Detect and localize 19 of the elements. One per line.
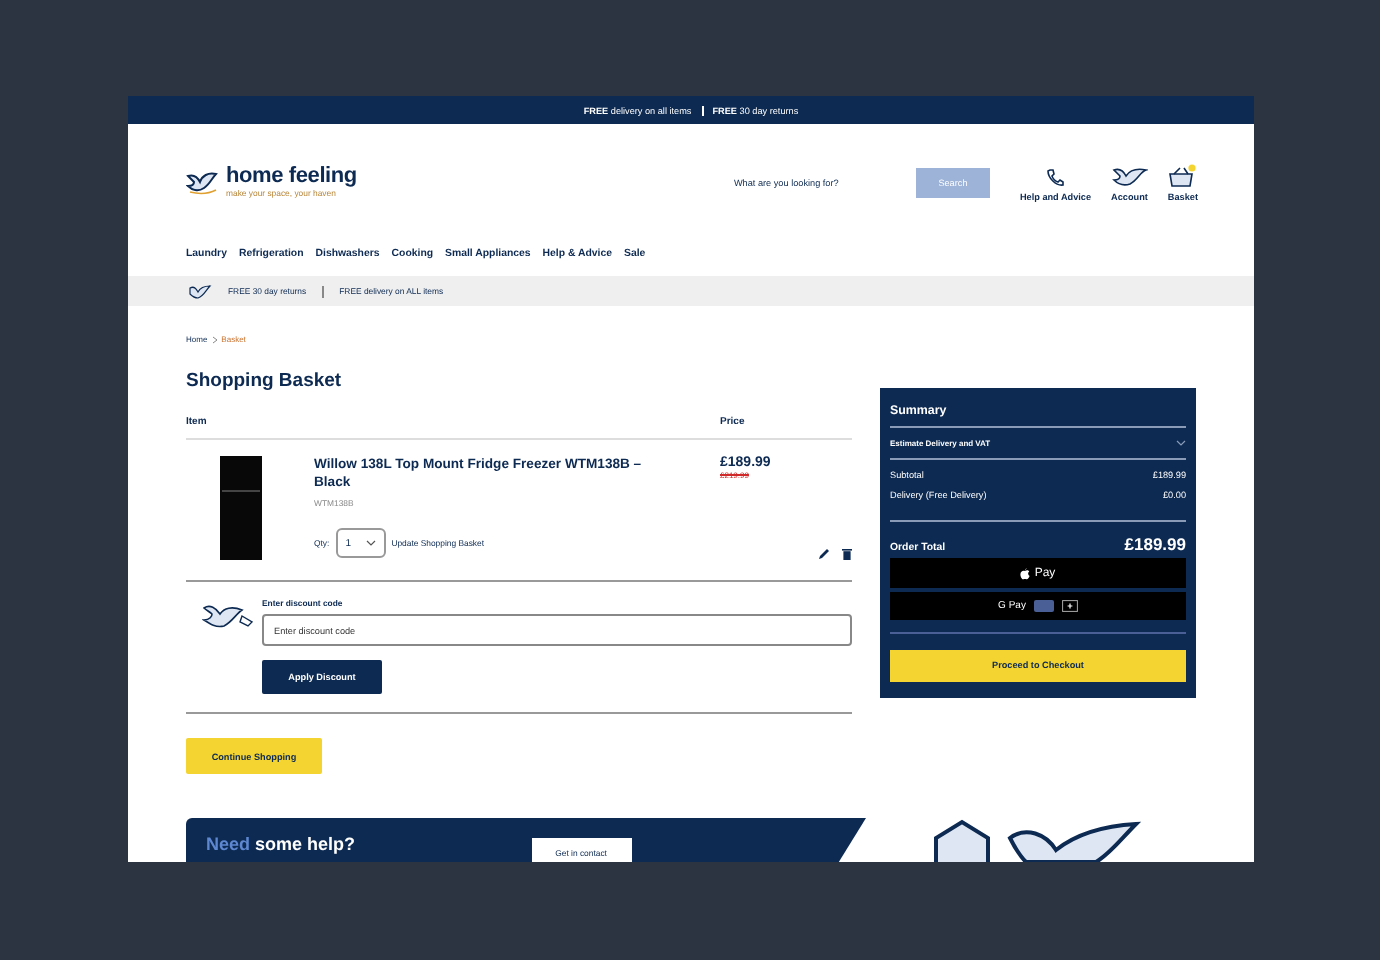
chevron-icon[interactable] — [1176, 440, 1186, 446]
bird-icon — [202, 602, 254, 630]
basket-icon[interactable] — [1168, 163, 1197, 187]
apple-icon[interactable] — [1020, 567, 1031, 579]
bird-icon — [188, 283, 212, 299]
chevron-right-icon — [211, 335, 218, 343]
order-total-value: £189.99 — [1124, 534, 1186, 554]
trash-icon[interactable] — [842, 548, 852, 560]
bird-icon[interactable] — [1111, 165, 1148, 187]
card-icon[interactable] — [1033, 600, 1054, 612]
caret-icon[interactable] — [365, 540, 376, 546]
fridge-photo — [220, 456, 262, 560]
pencil-icon[interactable] — [818, 548, 830, 560]
help-heading: Need some help? — [206, 834, 356, 854]
logo-name[interactable]: home feeling — [226, 166, 357, 188]
plus-icon[interactable] — [1061, 600, 1078, 612]
phone-icon[interactable] — [1046, 167, 1065, 187]
bird-logo-icon — [186, 169, 220, 195]
page-title: Shopping Basket — [186, 370, 344, 392]
